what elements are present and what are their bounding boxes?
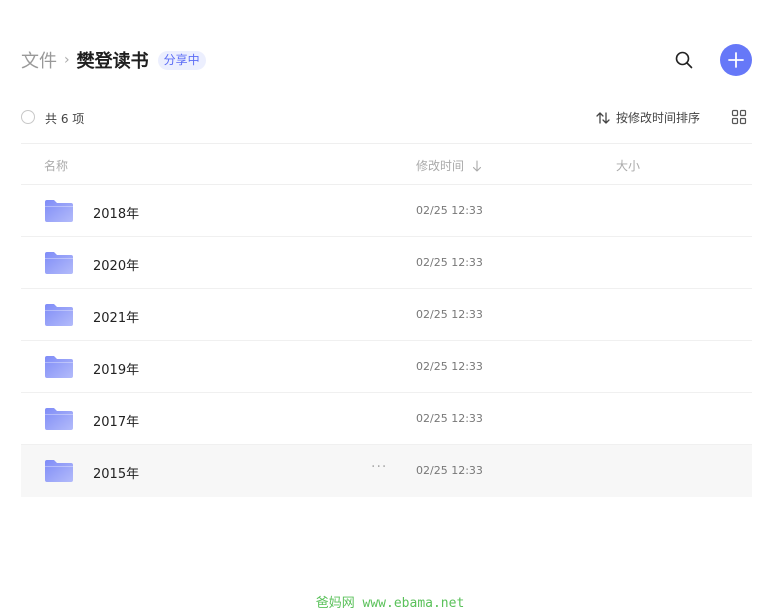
- search-icon: [675, 51, 693, 69]
- view-toggle-button[interactable]: [731, 109, 747, 125]
- sort-label: 按修改时间排序: [616, 111, 701, 125]
- sort-button[interactable]: 按修改时间排序: [595, 109, 700, 126]
- watermark: 爸妈网 www.ebama.net: [315, 596, 465, 611]
- file-name[interactable]: 2020年: [93, 255, 139, 274]
- plus-icon: [728, 52, 744, 68]
- file-name[interactable]: 2017年: [93, 411, 139, 430]
- share-status-badge[interactable]: 分享中: [157, 50, 206, 70]
- file-name[interactable]: 2021年: [93, 307, 139, 326]
- folder-icon: [45, 460, 73, 482]
- table-header: 名称 修改时间 大小: [21, 143, 752, 185]
- table-row[interactable]: 2018年 02/25 12:33: [21, 185, 752, 237]
- search-button[interactable]: [672, 48, 696, 72]
- file-mtime: 02/25 12:33: [416, 308, 483, 321]
- arrow-down-icon: [472, 159, 482, 172]
- folder-icon: [45, 252, 73, 274]
- file-mtime: 02/25 12:33: [416, 256, 483, 269]
- folder-icon: [45, 304, 73, 326]
- column-header-name: 名称: [44, 159, 69, 173]
- folder-icon: [45, 356, 73, 378]
- table-row[interactable]: 2021年 02/25 12:33: [21, 289, 752, 341]
- column-header-mtime[interactable]: 修改时间: [416, 157, 482, 174]
- table-row[interactable]: 2017年 02/25 12:33: [21, 393, 752, 445]
- file-mtime: 02/25 12:33: [416, 412, 483, 425]
- file-mtime: 02/25 12:33: [416, 360, 483, 373]
- folder-icon: [45, 200, 73, 222]
- column-header-size: 大小: [616, 159, 641, 173]
- table-row[interactable]: 2019年 02/25 12:33: [21, 341, 752, 393]
- more-actions-button[interactable]: ···: [371, 459, 387, 475]
- file-name[interactable]: 2019年: [93, 359, 139, 378]
- add-button[interactable]: [720, 44, 752, 76]
- toolbar: 共 6 项 按修改时间排序: [21, 108, 752, 128]
- file-mtime: 02/25 12:33: [416, 204, 483, 217]
- breadcrumb: 文件 › 樊登读书 分享中: [21, 44, 206, 76]
- folder-icon: [45, 408, 73, 430]
- file-name[interactable]: 2018年: [93, 203, 139, 222]
- sort-arrows-icon: [596, 111, 610, 124]
- select-all-checkbox[interactable]: [21, 110, 35, 124]
- item-count: 共 6 项: [45, 112, 85, 126]
- file-mtime: 02/25 12:33: [416, 464, 483, 477]
- breadcrumb-root-link[interactable]: 文件: [21, 47, 57, 73]
- file-table: 名称 修改时间 大小 2018年 02/25 12:33 2020年 02/25…: [21, 143, 752, 497]
- breadcrumb-separator: ›: [64, 52, 70, 68]
- file-name[interactable]: 2015年: [93, 463, 139, 482]
- table-row[interactable]: 2020年 02/25 12:33: [21, 237, 752, 289]
- column-header-mtime-label: 修改时间: [416, 159, 465, 173]
- page-title: 樊登读书: [76, 51, 149, 72]
- grid-view-icon: [731, 109, 747, 125]
- table-row[interactable]: 2015年 ··· 02/25 12:33: [21, 445, 752, 497]
